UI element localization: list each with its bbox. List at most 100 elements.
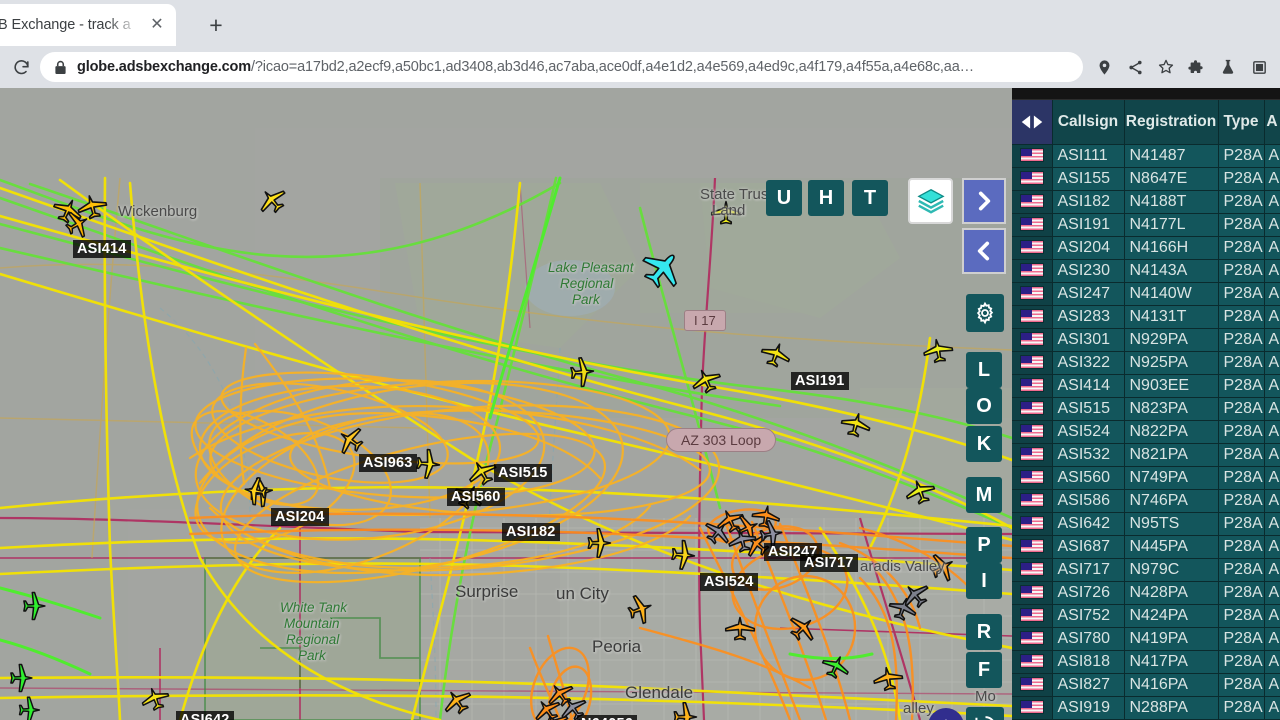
table-cell-type[interactable]: P28A xyxy=(1218,627,1265,651)
map-button-u[interactable]: U xyxy=(766,180,802,216)
table-row[interactable]: ASI322 N925PA P28A A xyxy=(1012,351,1280,375)
table-cell-reg[interactable]: N417PA xyxy=(1124,650,1219,674)
table-cell-reg[interactable]: N288PA xyxy=(1124,696,1219,720)
table-row[interactable]: ASI515 N823PA P28A A xyxy=(1012,397,1280,421)
column-scroll-button[interactable] xyxy=(1012,100,1052,144)
table-cell-extra[interactable]: A xyxy=(1264,627,1280,651)
table-cell-extra[interactable]: A xyxy=(1264,167,1280,191)
table-cell-callsign[interactable]: ASI191 xyxy=(1052,213,1125,237)
table-row[interactable]: ASI560 N749PA P28A A xyxy=(1012,466,1280,490)
map-button-m[interactable]: M xyxy=(966,477,1002,513)
map-button-f[interactable]: F xyxy=(966,652,1002,688)
table-cell-reg[interactable]: N4188T xyxy=(1124,190,1219,214)
table-row[interactable]: ASI414 N903EE P28A A xyxy=(1012,374,1280,398)
table-cell-callsign[interactable]: ASI524 xyxy=(1052,420,1125,444)
table-cell-reg[interactable]: N979C xyxy=(1124,558,1219,582)
history-playback-button[interactable] xyxy=(966,707,1004,720)
table-cell-type[interactable]: P28A xyxy=(1218,282,1265,306)
table-cell-type[interactable]: P28A xyxy=(1218,374,1265,398)
table-cell-reg[interactable]: N746PA xyxy=(1124,489,1219,513)
table-cell-callsign[interactable]: ASI919 xyxy=(1052,696,1125,720)
table-cell-type[interactable]: P28A xyxy=(1218,305,1265,329)
table-cell-type[interactable]: P28A xyxy=(1218,558,1265,582)
table-cell-extra[interactable]: A xyxy=(1264,604,1280,628)
collapse-panel-button[interactable] xyxy=(962,228,1006,274)
table-cell-reg[interactable]: N41487 xyxy=(1124,144,1219,168)
map-button-k[interactable]: K xyxy=(966,426,1002,462)
table-cell-type[interactable]: P28A xyxy=(1218,167,1265,191)
table-cell-type[interactable]: P28A xyxy=(1218,213,1265,237)
address-bar[interactable]: globe.adsbexchange.com/?icao=a17bd2,a2ec… xyxy=(40,52,1083,82)
table-cell-callsign[interactable]: ASI230 xyxy=(1052,259,1125,283)
expand-panel-button[interactable] xyxy=(962,178,1006,224)
bookmark-star-icon[interactable] xyxy=(1151,52,1181,82)
table-cell-type[interactable]: P28A xyxy=(1218,236,1265,260)
table-cell-reg[interactable]: N424PA xyxy=(1124,604,1219,628)
table-cell-type[interactable]: P28A xyxy=(1218,259,1265,283)
table-cell-callsign[interactable]: ASI283 xyxy=(1052,305,1125,329)
table-cell-callsign[interactable]: ASI752 xyxy=(1052,604,1125,628)
table-row[interactable]: ASI182 N4188T P28A A xyxy=(1012,190,1280,214)
share-icon[interactable] xyxy=(1120,52,1150,82)
table-column-header-type[interactable]: Type xyxy=(1218,100,1265,145)
table-cell-type[interactable]: P28A xyxy=(1218,144,1265,168)
table-cell-reg[interactable]: N925PA xyxy=(1124,351,1219,375)
table-cell-type[interactable]: P28A xyxy=(1218,351,1265,375)
table-cell-type[interactable]: P28A xyxy=(1218,512,1265,536)
map-button-r[interactable]: R xyxy=(966,614,1002,650)
table-cell-callsign[interactable]: ASI827 xyxy=(1052,673,1125,697)
table-cell-extra[interactable]: A xyxy=(1264,535,1280,559)
table-cell-type[interactable]: P28A xyxy=(1218,190,1265,214)
table-cell-extra[interactable]: A xyxy=(1264,558,1280,582)
table-cell-reg[interactable]: N822PA xyxy=(1124,420,1219,444)
settings-button[interactable] xyxy=(966,294,1004,332)
table-cell-reg[interactable]: N821PA xyxy=(1124,443,1219,467)
table-cell-reg[interactable]: N4166H xyxy=(1124,236,1219,260)
table-cell-extra[interactable]: A xyxy=(1264,466,1280,490)
layers-button[interactable] xyxy=(908,178,953,224)
table-cell-extra[interactable]: A xyxy=(1264,328,1280,352)
table-row[interactable]: ASI780 N419PA P28A A xyxy=(1012,627,1280,651)
table-cell-callsign[interactable]: ASI247 xyxy=(1052,282,1125,306)
table-cell-extra[interactable]: A xyxy=(1264,512,1280,536)
table-cell-extra[interactable]: A xyxy=(1264,443,1280,467)
reload-icon[interactable] xyxy=(6,52,36,82)
table-row[interactable]: ASI717 N979C P28A A xyxy=(1012,558,1280,582)
table-cell-callsign[interactable]: ASI322 xyxy=(1052,351,1125,375)
table-cell-type[interactable]: P28A xyxy=(1218,604,1265,628)
map-button-l[interactable]: L xyxy=(966,352,1002,388)
table-cell-callsign[interactable]: ASI560 xyxy=(1052,466,1125,490)
table-row[interactable]: ASI191 N4177L P28A A xyxy=(1012,213,1280,237)
table-cell-callsign[interactable]: ASI687 xyxy=(1052,535,1125,559)
table-column-header-a[interactable]: A xyxy=(1264,100,1280,145)
table-cell-extra[interactable]: A xyxy=(1264,650,1280,674)
table-cell-reg[interactable]: N419PA xyxy=(1124,627,1219,651)
table-cell-type[interactable]: P28A xyxy=(1218,696,1265,720)
table-cell-callsign[interactable]: ASI111 xyxy=(1052,144,1125,168)
table-cell-type[interactable]: P28A xyxy=(1218,397,1265,421)
table-cell-type[interactable]: P28A xyxy=(1218,489,1265,513)
table-cell-extra[interactable]: A xyxy=(1264,190,1280,214)
table-row[interactable]: ASI726 N428PA P28A A xyxy=(1012,581,1280,605)
table-cell-type[interactable]: P28A xyxy=(1218,673,1265,697)
map-button-o[interactable]: O xyxy=(966,388,1002,424)
table-cell-reg[interactable]: N749PA xyxy=(1124,466,1219,490)
table-cell-reg[interactable]: N4140W xyxy=(1124,282,1219,306)
table-cell-reg[interactable]: N929PA xyxy=(1124,328,1219,352)
table-cell-callsign[interactable]: ASI204 xyxy=(1052,236,1125,260)
table-cell-reg[interactable]: N445PA xyxy=(1124,535,1219,559)
table-row[interactable]: ASI752 N424PA P28A A xyxy=(1012,604,1280,628)
table-cell-extra[interactable]: A xyxy=(1264,696,1280,720)
table-row[interactable]: ASI283 N4131T P28A A xyxy=(1012,305,1280,329)
table-cell-reg[interactable]: N903EE xyxy=(1124,374,1219,398)
table-cell-reg[interactable]: N4131T xyxy=(1124,305,1219,329)
sidebar-panel-icon[interactable] xyxy=(1244,52,1274,82)
table-cell-callsign[interactable]: ASI586 xyxy=(1052,489,1125,513)
map-button-h[interactable]: H xyxy=(808,180,844,216)
table-cell-extra[interactable]: A xyxy=(1264,420,1280,444)
table-cell-type[interactable]: P28A xyxy=(1218,420,1265,444)
table-cell-callsign[interactable]: ASI726 xyxy=(1052,581,1125,605)
table-cell-extra[interactable]: A xyxy=(1264,282,1280,306)
table-cell-type[interactable]: P28A xyxy=(1218,650,1265,674)
table-cell-extra[interactable]: A xyxy=(1264,581,1280,605)
